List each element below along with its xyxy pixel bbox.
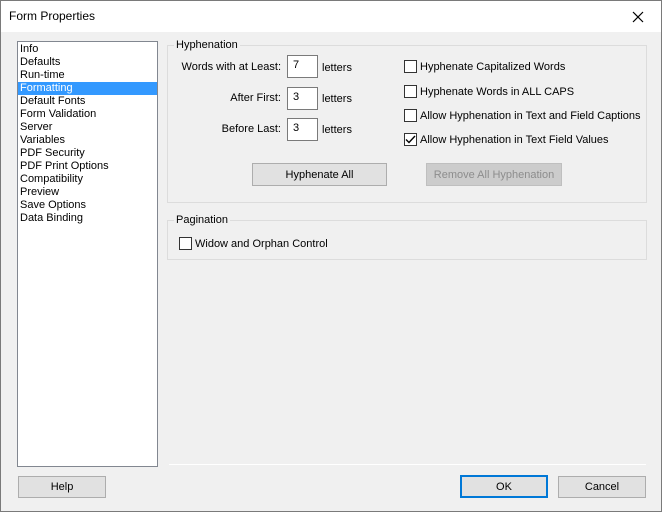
before-last-label: Before Last: xyxy=(221,123,281,135)
checkbox-box[interactable] xyxy=(179,237,192,250)
before-unit-label: letters xyxy=(322,124,352,136)
checkbox-label: Widow and Orphan Control xyxy=(195,237,328,250)
words-at-least-input[interactable]: 7 xyxy=(287,55,318,78)
close-icon xyxy=(632,11,644,22)
checkbox-box[interactable] xyxy=(404,133,417,146)
nav-item-form-validation[interactable]: Form Validation xyxy=(18,108,157,121)
checkbox-box[interactable] xyxy=(404,85,417,98)
checkbox-box[interactable] xyxy=(404,109,417,122)
checkbox-label: Allow Hyphenation in Text and Field Capt… xyxy=(420,109,641,122)
words-unit-label: letters xyxy=(322,62,352,74)
nav-item-server[interactable]: Server xyxy=(18,121,157,134)
after-first-input[interactable]: 3 xyxy=(287,87,318,110)
hyphenate-all-caps-checkbox[interactable]: Hyphenate Words in ALL CAPS xyxy=(404,85,574,98)
allow-hyphenation-captions-checkbox[interactable]: Allow Hyphenation in Text and Field Capt… xyxy=(404,109,641,122)
hyphenation-group-label: Hyphenation xyxy=(174,39,240,52)
nav-item-defaults[interactable]: Defaults xyxy=(18,56,157,69)
pagination-group-label: Pagination xyxy=(174,214,230,227)
nav-item-run-time[interactable]: Run-time xyxy=(18,69,157,82)
after-first-label: After First: xyxy=(230,92,281,104)
footer-separator xyxy=(169,464,646,465)
nav-item-info[interactable]: Info xyxy=(18,43,157,56)
cancel-button[interactable]: Cancel xyxy=(558,476,646,498)
nav-item-data-binding[interactable]: Data Binding xyxy=(18,212,157,225)
title-bar: Form Properties xyxy=(1,1,661,32)
form-properties-dialog: Form Properties Info Defaults Run-time F… xyxy=(0,0,662,512)
nav-item-pdf-security[interactable]: PDF Security xyxy=(18,147,157,160)
before-last-input[interactable]: 3 xyxy=(287,118,318,141)
remove-all-hyphenation-button[interactable]: Remove All Hyphenation xyxy=(426,163,562,186)
nav-item-save-options[interactable]: Save Options xyxy=(18,199,157,212)
nav-item-default-fonts[interactable]: Default Fonts xyxy=(18,95,157,108)
checkbox-label: Allow Hyphenation in Text Field Values xyxy=(420,133,609,146)
ok-button[interactable]: OK xyxy=(460,475,548,498)
nav-item-formatting[interactable]: Formatting xyxy=(18,82,157,95)
window-title: Form Properties xyxy=(9,9,96,23)
category-list[interactable]: Info Defaults Run-time Formatting Defaul… xyxy=(17,41,158,467)
nav-item-compatibility[interactable]: Compatibility xyxy=(18,173,157,186)
hyphenate-all-button[interactable]: Hyphenate All xyxy=(252,163,387,186)
allow-hyphenation-values-checkbox[interactable]: Allow Hyphenation in Text Field Values xyxy=(404,133,609,146)
help-button[interactable]: Help xyxy=(18,476,106,498)
nav-item-variables[interactable]: Variables xyxy=(18,134,157,147)
checkbox-label: Hyphenate Capitalized Words xyxy=(420,60,566,73)
words-at-least-label: Words with at Least: xyxy=(181,61,281,73)
checkbox-label: Hyphenate Words in ALL CAPS xyxy=(420,85,575,98)
nav-item-pdf-print-options[interactable]: PDF Print Options xyxy=(18,160,157,173)
widow-orphan-checkbox[interactable]: Widow and Orphan Control xyxy=(179,237,328,250)
checkbox-box[interactable] xyxy=(404,60,417,73)
checkmark-icon xyxy=(405,135,416,144)
after-unit-label: letters xyxy=(322,93,352,105)
close-button[interactable] xyxy=(615,1,661,32)
hyphenate-capitalized-checkbox[interactable]: Hyphenate Capitalized Words xyxy=(404,60,565,73)
nav-item-preview[interactable]: Preview xyxy=(18,186,157,199)
